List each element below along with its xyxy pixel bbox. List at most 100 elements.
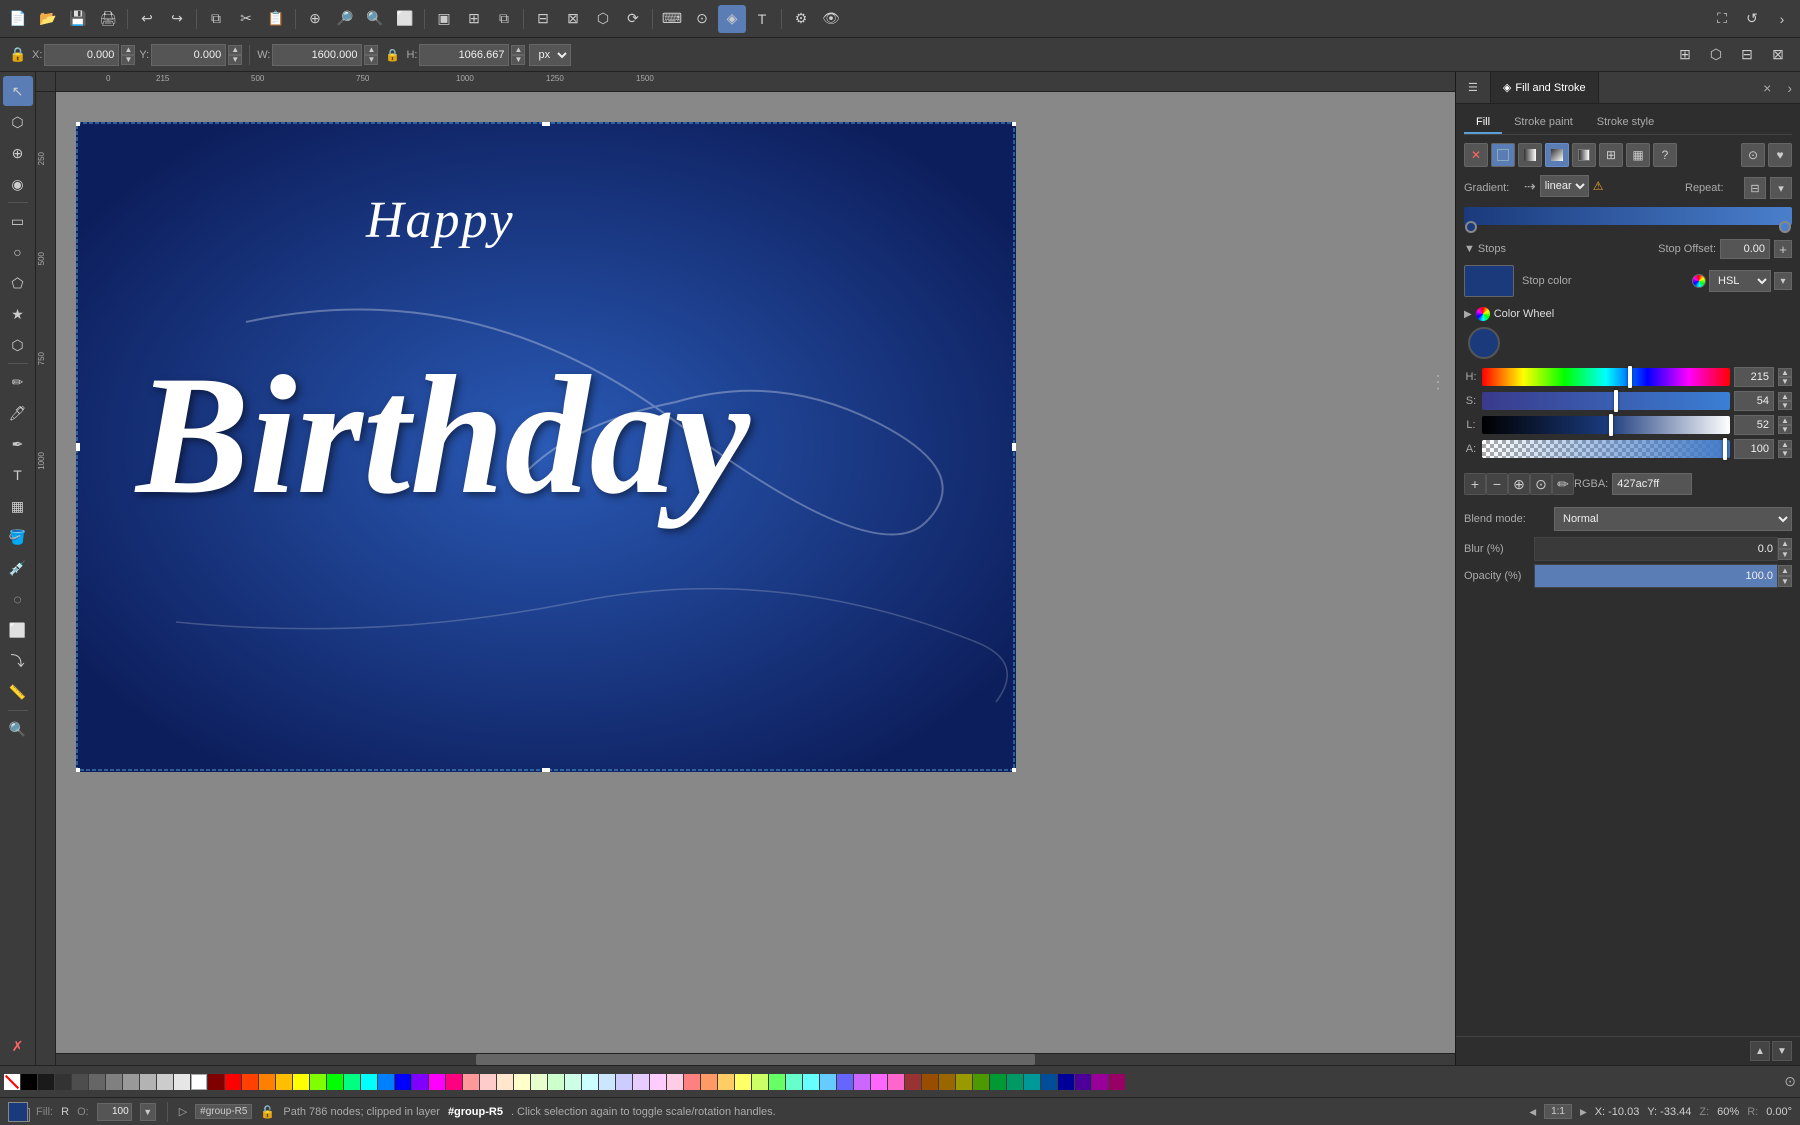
palette-swatch[interactable] xyxy=(412,1074,428,1090)
fill-unknown-button[interactable]: ? xyxy=(1653,143,1677,167)
palette-swatch[interactable] xyxy=(174,1074,190,1090)
palette-swatch[interactable] xyxy=(565,1074,581,1090)
palette-swatch[interactable] xyxy=(888,1074,904,1090)
eyedropper-tool[interactable]: 💉 xyxy=(3,553,33,583)
palette-swatch[interactable] xyxy=(259,1074,275,1090)
l-slider[interactable] xyxy=(1482,416,1730,434)
settings-button[interactable]: ⚙ xyxy=(787,5,815,33)
pick-color-button[interactable]: ✏ xyxy=(1552,473,1574,495)
palette-swatch[interactable] xyxy=(752,1074,768,1090)
stop-color-swatch[interactable] xyxy=(1464,265,1514,297)
h-scrollbar-thumb[interactable] xyxy=(476,1054,1036,1065)
eraser-tool[interactable]: ⬜ xyxy=(3,615,33,645)
palette-swatch[interactable] xyxy=(310,1074,326,1090)
open-button[interactable]: 📂 xyxy=(34,5,62,33)
s-value-input[interactable] xyxy=(1734,391,1774,411)
copy-button[interactable]: ⧉ xyxy=(202,5,230,33)
palette-swatch[interactable] xyxy=(599,1074,615,1090)
opacity-down-button[interactable]: ▼ xyxy=(1778,576,1792,587)
palette-swatch[interactable] xyxy=(939,1074,955,1090)
circle-tool[interactable]: ○ xyxy=(3,237,33,267)
blend-mode-select[interactable]: Normal Multiply Screen Overlay xyxy=(1554,507,1792,531)
panel-scroll-up-button[interactable]: ▲ xyxy=(1750,1041,1770,1061)
palette-swatch[interactable] xyxy=(1092,1074,1108,1090)
palette-swatch[interactable] xyxy=(990,1074,1006,1090)
opacity-bar[interactable]: 100.0 xyxy=(1534,564,1778,588)
stop-offset-plus-button[interactable]: + xyxy=(1774,240,1792,258)
prev-button[interactable]: ◂ xyxy=(1529,1104,1536,1120)
palette-swatch[interactable] xyxy=(854,1074,870,1090)
gradient-linear-icon[interactable]: ⇢ xyxy=(1524,178,1536,195)
h-slider-thumb[interactable] xyxy=(1628,366,1632,388)
palette-swatch[interactable] xyxy=(514,1074,530,1090)
gradient-warning-button[interactable]: ⚠ xyxy=(1593,179,1604,193)
a-value-input[interactable] xyxy=(1734,439,1774,459)
text-tool[interactable]: T xyxy=(3,460,33,490)
palette-swatch[interactable] xyxy=(548,1074,564,1090)
fill-flat-button[interactable] xyxy=(1491,143,1515,167)
select-tool[interactable]: ↖ xyxy=(3,76,33,106)
snap-page-button[interactable]: ⊠ xyxy=(1764,41,1792,69)
palette-swatch[interactable] xyxy=(378,1074,394,1090)
fill-stroke-button[interactable]: ◈ xyxy=(718,5,746,33)
palette-swatch-white[interactable] xyxy=(191,1074,207,1090)
palette-swatch[interactable] xyxy=(786,1074,802,1090)
palette-swatch[interactable] xyxy=(735,1074,751,1090)
fill-option2-button[interactable]: ♥ xyxy=(1768,143,1792,167)
fill-mesh-button[interactable] xyxy=(1572,143,1596,167)
color-mode-select[interactable]: HSL RGB HSV CMYK xyxy=(1709,270,1771,292)
palette-swatch[interactable] xyxy=(1024,1074,1040,1090)
color-wheel-header[interactable]: ▶ Color Wheel xyxy=(1464,305,1792,323)
panel-close-button[interactable]: × xyxy=(1755,72,1779,103)
lock-button[interactable]: 🔒 xyxy=(8,45,28,65)
clone-button[interactable]: ⧉ xyxy=(490,5,518,33)
palette-swatch[interactable] xyxy=(72,1074,88,1090)
new-button[interactable]: 📄 xyxy=(4,5,32,33)
duplicate-stop-button[interactable]: ⊕ xyxy=(1508,473,1530,495)
handle-bl[interactable] xyxy=(76,768,80,772)
fill-pattern-button[interactable]: ⊞ xyxy=(1599,143,1623,167)
zoom-fit-button[interactable]: ⊕ xyxy=(301,5,329,33)
palette-swatch[interactable] xyxy=(582,1074,598,1090)
palette-swatch[interactable] xyxy=(922,1074,938,1090)
star-tool[interactable]: ★ xyxy=(3,299,33,329)
palette-swatch[interactable] xyxy=(446,1074,462,1090)
a-up-button[interactable]: ▲ xyxy=(1778,440,1792,449)
snap-button[interactable]: ⊞ xyxy=(1671,41,1699,69)
lock-layer-button[interactable]: 🔓 xyxy=(260,1105,275,1119)
handle-tr[interactable] xyxy=(1012,122,1016,126)
shapes-tool[interactable]: ◉ xyxy=(3,169,33,199)
palette-swatch[interactable] xyxy=(871,1074,887,1090)
palette-swatch[interactable] xyxy=(463,1074,479,1090)
gradient-type-select[interactable]: linear radial xyxy=(1540,175,1589,197)
h-input[interactable] xyxy=(419,44,509,66)
palette-swatch-green[interactable] xyxy=(327,1074,343,1090)
palette-swatch[interactable] xyxy=(905,1074,921,1090)
handle-bm[interactable] xyxy=(542,768,550,772)
fill-radial-button[interactable] xyxy=(1545,143,1569,167)
spray-tool[interactable]: ◌ xyxy=(3,584,33,614)
redo-button[interactable]: ↪ xyxy=(163,5,191,33)
opacity-status-stepper[interactable]: ▼ xyxy=(140,1103,156,1121)
y-input[interactable] xyxy=(151,44,226,66)
w-up[interactable]: ▲ xyxy=(364,45,378,55)
xml-tab[interactable]: ☰ xyxy=(1456,72,1491,103)
pen-tool[interactable]: 🖊 xyxy=(3,398,33,428)
palette-swatch[interactable] xyxy=(344,1074,360,1090)
palette-swatch[interactable] xyxy=(973,1074,989,1090)
xml-editor-button[interactable]: ⌨ xyxy=(658,5,686,33)
palette-swatch[interactable] xyxy=(837,1074,853,1090)
blur-up-button[interactable]: ▲ xyxy=(1778,538,1792,549)
a-slider[interactable] xyxy=(1482,440,1730,458)
repeat-dropdown-button[interactable]: ▾ xyxy=(1770,177,1792,199)
stop-offset-input[interactable] xyxy=(1720,239,1770,259)
cut-button[interactable]: ✂ xyxy=(232,5,260,33)
h-down-button[interactable]: ▼ xyxy=(1778,377,1792,386)
a-slider-thumb[interactable] xyxy=(1723,438,1727,460)
palette-swatch[interactable] xyxy=(684,1074,700,1090)
palette-swatch-blue[interactable] xyxy=(395,1074,411,1090)
fill-linear-button[interactable] xyxy=(1518,143,1542,167)
zoom-page-button[interactable]: ⬜ xyxy=(391,5,419,33)
x-down[interactable]: ▼ xyxy=(121,55,135,65)
palette-no-color[interactable] xyxy=(4,1074,20,1090)
